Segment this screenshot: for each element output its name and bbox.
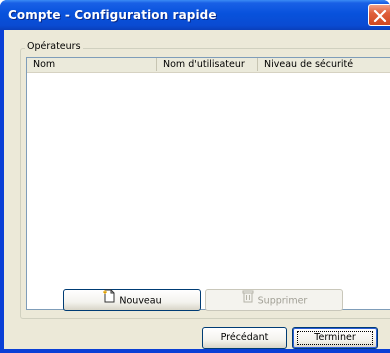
delete-button-label: Supprimer xyxy=(257,295,308,307)
operators-list[interactable]: Nom Nom d'utilisateur Niveau de sécurité xyxy=(26,57,390,310)
dialog-window: Compte - Configuration rapide Opérateurs… xyxy=(0,0,390,353)
close-button[interactable] xyxy=(368,4,390,26)
column-header-security-level[interactable]: Niveau de sécurité xyxy=(258,58,390,71)
column-header-username[interactable]: Nom d'utilisateur xyxy=(157,58,258,71)
previous-button-label: Précédant xyxy=(220,332,269,343)
window-frame-bottom xyxy=(0,349,390,353)
finish-button[interactable]: Terminer xyxy=(292,327,378,349)
new-button-label: Nouveau xyxy=(119,295,162,307)
window-title: Compte - Configuration rapide xyxy=(8,8,217,22)
operators-group-label: Opérateurs xyxy=(25,41,83,52)
previous-button[interactable]: Précédant xyxy=(202,327,287,349)
list-header: Nom Nom d'utilisateur Niveau de sécurité xyxy=(27,58,390,73)
new-button[interactable]: Nouveau xyxy=(63,289,201,311)
focus-indicator xyxy=(297,331,373,345)
dialog-body: Opérateurs Nom Nom d'utilisateur Niveau … xyxy=(4,30,390,349)
column-header-name[interactable]: Nom xyxy=(27,58,157,71)
delete-button[interactable]: Supprimer xyxy=(205,289,343,311)
close-icon xyxy=(373,9,387,23)
trash-icon xyxy=(241,289,255,311)
new-document-icon xyxy=(102,289,116,311)
title-bar[interactable]: Compte - Configuration rapide xyxy=(0,0,390,30)
